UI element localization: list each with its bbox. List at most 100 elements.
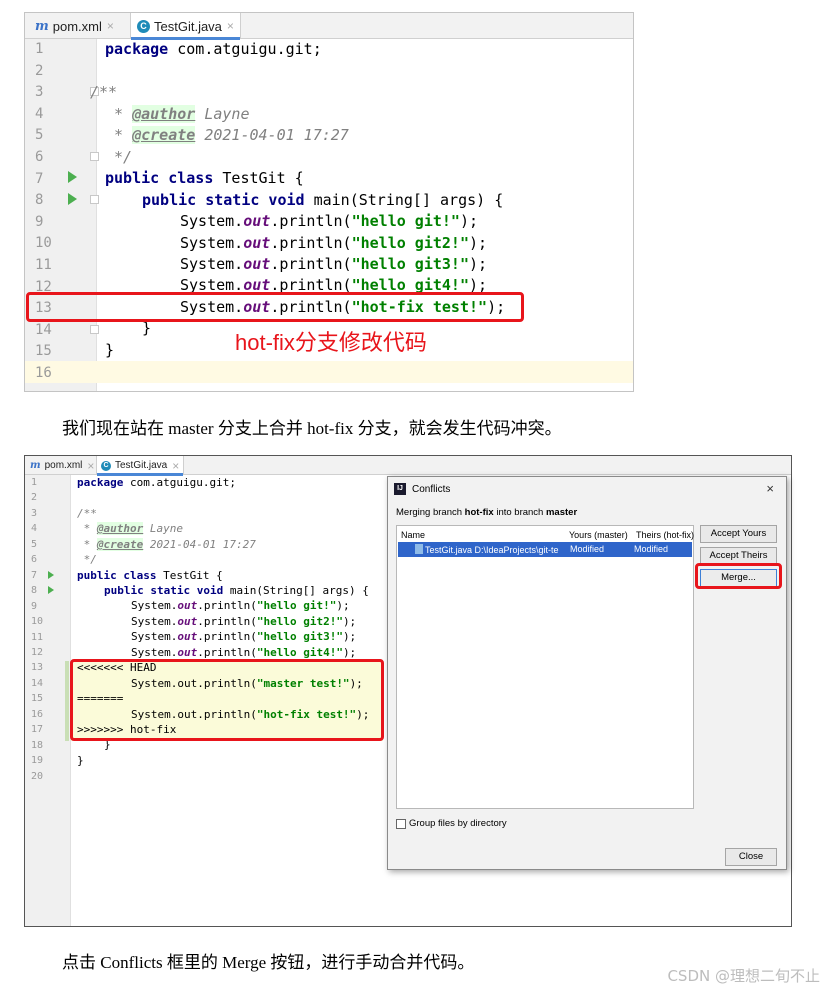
close-button[interactable]: Close: [725, 848, 777, 866]
line-number: 9: [35, 213, 44, 230]
editor-tab-bar: m pom.xml × C TestGit.java ×: [25, 13, 633, 40]
conflicts-table: Name Yours (master) Theirs (hot-fix) Tes…: [396, 525, 694, 809]
fold-icon[interactable]: [90, 195, 99, 204]
row-theirs-status: Modified: [634, 544, 669, 554]
line-number: 14: [31, 677, 44, 689]
table-row[interactable]: TestGit.java D:\IdeaProjects\git-te Modi…: [398, 542, 692, 557]
line-number: 3: [31, 507, 38, 519]
line-number: 9: [31, 600, 38, 612]
line-number: 15: [35, 343, 52, 360]
run-class-icon[interactable]: [68, 171, 77, 183]
code-line-9[interactable]: System.out.println("hello git!");: [131, 598, 350, 613]
code-line-5[interactable]: * @create 2021-04-01 17:27: [105, 125, 349, 147]
intellij-logo-icon: IJ: [394, 483, 406, 495]
code-line-1[interactable]: package com.atguigu.git;: [77, 475, 236, 490]
current-line-highlight: [97, 361, 633, 383]
line-number: 7: [35, 170, 44, 187]
code-line-4[interactable]: * @author Layne: [105, 104, 250, 126]
line-number: 8: [31, 585, 38, 597]
line-number: 4: [31, 523, 38, 535]
group-files-checkbox[interactable]: Group files by directory: [396, 818, 507, 829]
line-number: 3: [35, 84, 44, 101]
tab-pom-xml[interactable]: m pom.xml ×: [35, 13, 114, 39]
line-number: 10: [35, 235, 52, 252]
line-number: 12: [31, 646, 44, 658]
row-yours-status: Modified: [570, 544, 605, 554]
tab-testgit-java[interactable]: C TestGit.java ×: [130, 13, 241, 40]
line-number: 17: [31, 724, 44, 736]
checkbox-box[interactable]: [396, 818, 406, 829]
run-class-icon[interactable]: [48, 571, 54, 579]
line-number: 20: [31, 770, 44, 782]
code-line-7[interactable]: public class TestGit {: [105, 168, 304, 190]
fold-icon[interactable]: [90, 325, 99, 334]
code-line-5[interactable]: * @create 2021-04-01 17:27: [77, 537, 256, 552]
line-number: 18: [31, 739, 44, 751]
highlight-box-merge-button: [695, 563, 782, 589]
line-number: 5: [35, 127, 44, 144]
line-number: 7: [31, 569, 38, 581]
code-line-8[interactable]: public static void main(String[] args) {: [104, 583, 369, 598]
code-line-7[interactable]: public class TestGit {: [77, 568, 223, 583]
accept-yours-button[interactable]: Accept Yours: [700, 525, 777, 543]
close-tab-icon[interactable]: ×: [172, 459, 179, 473]
fold-icon[interactable]: [90, 152, 99, 161]
code-line-1[interactable]: package com.atguigu.git;: [105, 39, 322, 61]
code-line-11[interactable]: System.out.println("hello git3!");: [180, 254, 487, 276]
code-line-3[interactable]: /**: [90, 82, 117, 104]
code-line-6[interactable]: */: [77, 552, 97, 567]
close-tab-icon[interactable]: ×: [107, 19, 114, 33]
code-line-3[interactable]: /**: [77, 506, 97, 521]
paragraph-merge-conflict: 我们现在站在 master 分支上合并 hot-fix 分支，就会发生代码冲突。: [62, 419, 562, 438]
java-class-icon: C: [101, 460, 111, 471]
maven-icon: m: [30, 460, 41, 471]
close-tab-icon[interactable]: ×: [227, 19, 234, 33]
row-file-name: TestGit.java D:\IdeaProjects\git-te: [415, 544, 559, 555]
code-line-4[interactable]: * @author Layne: [77, 521, 183, 536]
run-main-icon[interactable]: [48, 586, 54, 594]
code-line-15[interactable]: }: [105, 340, 114, 362]
highlight-box-hotfix-line: [26, 292, 524, 322]
column-theirs[interactable]: Theirs (hot-fix): [636, 530, 694, 540]
code-line-10[interactable]: System.out.println("hello git2!");: [131, 614, 356, 629]
dialog-close-button[interactable]: ×: [766, 481, 774, 496]
code-line-6[interactable]: */: [105, 147, 132, 169]
maven-icon: m: [35, 18, 49, 34]
code-line-10[interactable]: System.out.println("hello git2!");: [180, 233, 487, 255]
line-number: 8: [35, 192, 44, 209]
code-line-9[interactable]: System.out.println("hello git!");: [180, 211, 478, 233]
line-number: 16: [31, 708, 44, 720]
run-main-icon[interactable]: [68, 193, 77, 205]
line-number: 16: [35, 365, 52, 381]
line-number: 13: [31, 662, 44, 674]
tab-pom-xml[interactable]: m pom.xml ×: [30, 456, 94, 475]
line-number: 5: [31, 538, 38, 550]
column-yours[interactable]: Yours (master): [569, 530, 628, 540]
column-name[interactable]: Name: [401, 530, 425, 540]
line-number: 15: [31, 693, 44, 705]
code-line-11[interactable]: System.out.println("hello git3!");: [131, 629, 356, 644]
line-number: 11: [35, 257, 52, 273]
tab-testgit-java[interactable]: C TestGit.java ×: [96, 456, 185, 476]
line-number: 4: [35, 105, 44, 122]
code-line-19[interactable]: }: [77, 753, 84, 768]
line-number: 11: [31, 631, 44, 643]
highlight-box-conflict: [70, 659, 384, 741]
line-number: 14: [35, 321, 52, 338]
code-line-8[interactable]: public static void main(String[] args) {: [142, 190, 503, 212]
conflicts-dialog: IJ Conflicts × Merging branch hot-fix in…: [387, 476, 787, 870]
line-number: 2: [31, 492, 38, 504]
line-number: 19: [31, 755, 44, 767]
java-class-icon: C: [137, 19, 150, 33]
close-tab-icon[interactable]: ×: [87, 459, 94, 473]
conflict-gutter-marker: [65, 661, 69, 741]
line-number: 2: [35, 62, 44, 79]
merge-description: Merging branch hot-fix into branch maste…: [396, 507, 578, 518]
watermark: CSDN @理想二旬不止: [667, 967, 820, 985]
line-number: 6: [31, 554, 38, 566]
annotation-hotfix-change: hot-fix分支修改代码: [235, 330, 427, 355]
line-number: 10: [31, 616, 44, 628]
table-header: Name Yours (master) Theirs (hot-fix): [397, 526, 694, 542]
paragraph-click-merge: 点击 Conflicts 框里的 Merge 按钮，进行手动合并代码。: [62, 953, 475, 972]
line-number: 1: [35, 41, 44, 57]
